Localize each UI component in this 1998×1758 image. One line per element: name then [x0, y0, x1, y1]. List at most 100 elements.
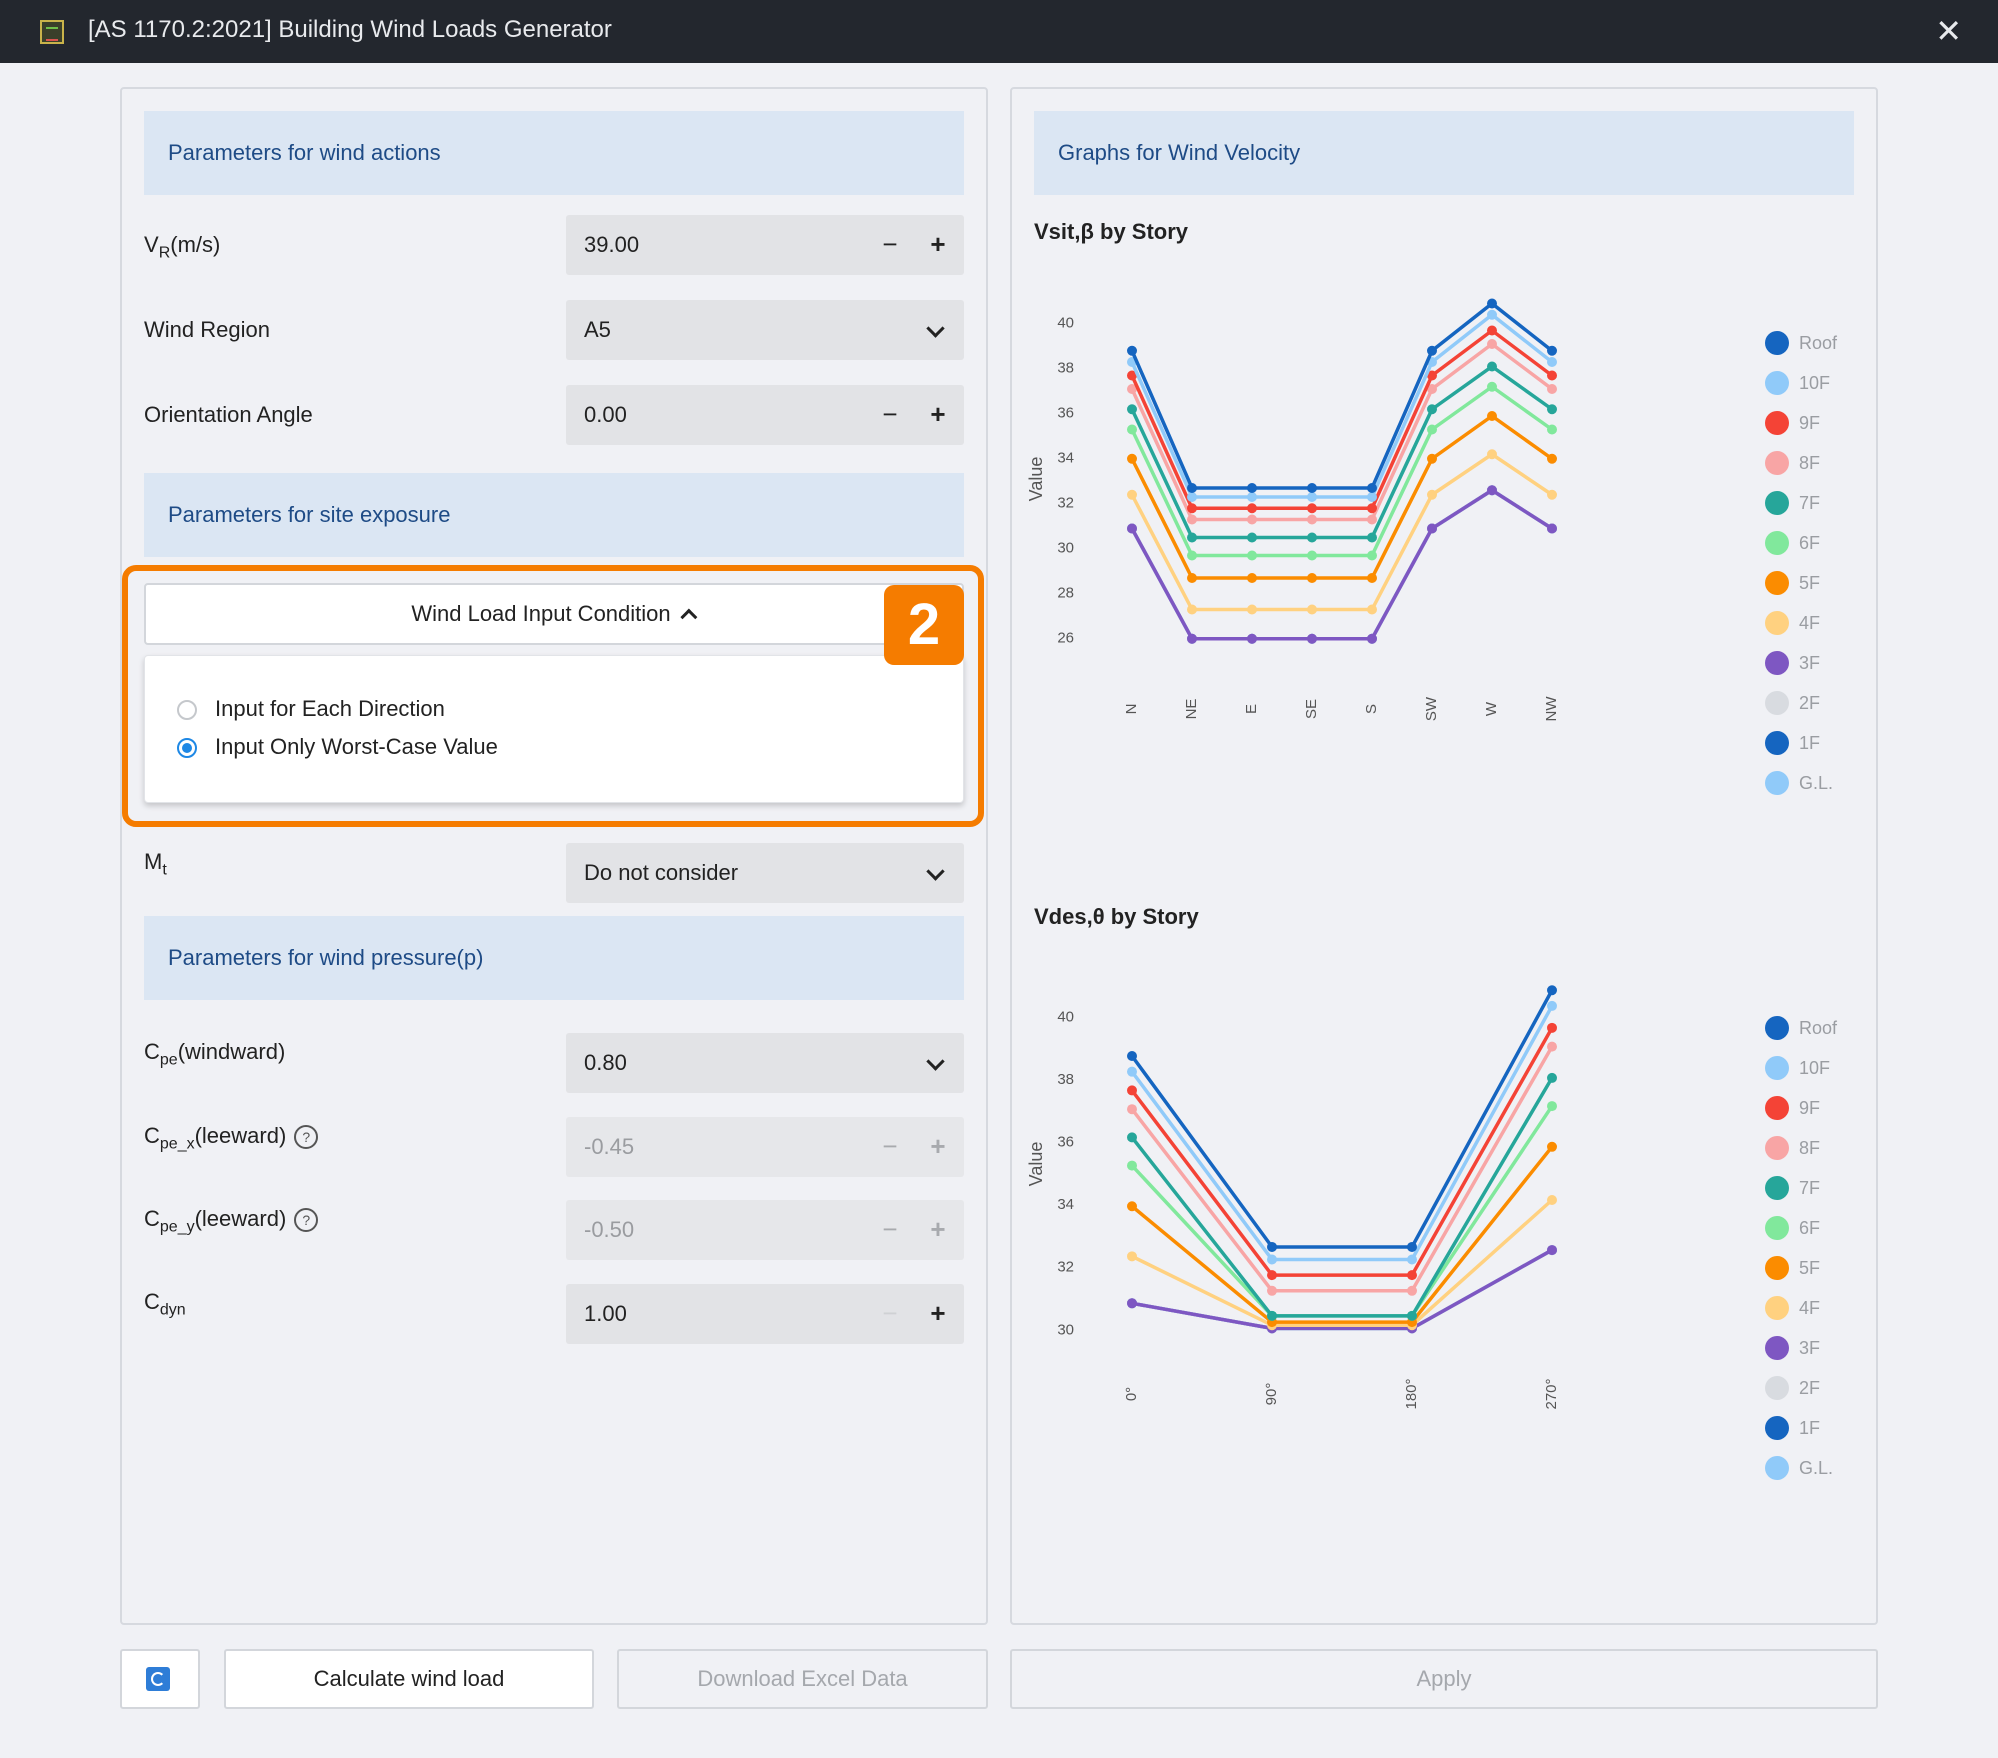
cdyn-stepper[interactable]: 1.00 − + — [566, 1284, 964, 1344]
chart1-legend-swatch-10[interactable] — [1765, 731, 1789, 755]
chart1-legend-label-1[interactable]: 10F — [1799, 373, 1830, 393]
chart2-legend-label-8[interactable]: 3F — [1799, 1338, 1820, 1358]
chart1-xtick-4: S — [1363, 704, 1380, 714]
chart1-series-9-line — [1130, 488, 1553, 641]
close-icon[interactable]: ✕ — [1935, 12, 1962, 50]
chart1-series-0-point-4 — [1367, 483, 1377, 493]
chart2-legend-swatch-0[interactable] — [1765, 1016, 1789, 1040]
orientation-plus-button[interactable]: + — [916, 385, 960, 445]
chevron-down-icon — [926, 1052, 945, 1071]
chart2-legend-label-0[interactable]: Roof — [1799, 1018, 1838, 1038]
chart1-series-1-point-7 — [1547, 357, 1557, 367]
chart2-series-3-point-3 — [1547, 1041, 1557, 1052]
chart1-legend-label-8[interactable]: 3F — [1799, 653, 1820, 673]
vr-stepper[interactable]: 39.00 − + — [566, 215, 964, 275]
chart2-legend-swatch-7[interactable] — [1765, 1296, 1789, 1320]
chart2-series-3-point-2 — [1407, 1285, 1417, 1296]
chart2-legend-label-1[interactable]: 10F — [1799, 1058, 1830, 1078]
chart1-legend-label-6[interactable]: 5F — [1799, 573, 1820, 593]
chart1-legend-label-3[interactable]: 8F — [1799, 453, 1820, 473]
chart1-series-7-point-6 — [1487, 449, 1497, 460]
chart2-legend-swatch-5[interactable] — [1765, 1216, 1789, 1240]
chart2-legend-label-10[interactable]: 1F — [1799, 1418, 1820, 1438]
chart1-legend-swatch-11[interactable] — [1765, 771, 1789, 795]
chart2-legend-swatch-10[interactable] — [1765, 1416, 1789, 1440]
wind-load-condition-toggle[interactable]: Wind Load Input Condition — [144, 583, 964, 645]
section-header-wind-actions: Parameters for wind actions — [144, 111, 964, 195]
radio-on-icon[interactable] — [177, 738, 197, 759]
vr-plus-button[interactable]: + — [916, 215, 960, 275]
radio-off-icon[interactable] — [177, 700, 197, 721]
chart2-series-2-point-0 — [1127, 1085, 1137, 1096]
graphs-panel: Graphs for Wind Velocity Vsit,β by Story… — [1010, 87, 1878, 1625]
chart2-legend-swatch-4[interactable] — [1765, 1176, 1789, 1200]
chart1-legend-label-0[interactable]: Roof — [1799, 333, 1838, 353]
wind-region-select[interactable]: A5 — [566, 300, 964, 360]
cpe-x-sub: pe_x — [159, 1135, 195, 1153]
chart1-legend-label-2[interactable]: 9F — [1799, 413, 1820, 433]
chart1-legend-swatch-6[interactable] — [1765, 571, 1789, 595]
chart1-series-6-point-5 — [1427, 453, 1437, 464]
chart2-legend-label-7[interactable]: 4F — [1799, 1298, 1820, 1318]
chart1-legend-label-4[interactable]: 7F — [1799, 493, 1820, 513]
cdyn-plus-button[interactable]: + — [916, 1284, 960, 1344]
vr-value: 39.00 — [584, 232, 640, 257]
chart1-legend-swatch-2[interactable] — [1765, 411, 1789, 435]
chart1-series-7-point-3 — [1307, 604, 1317, 615]
chart1-legend-swatch-7[interactable] — [1765, 611, 1789, 635]
chart2-series-0-point-3 — [1547, 985, 1557, 996]
chart1-legend-label-9[interactable]: 2F — [1799, 693, 1820, 713]
chart1-series-6-point-6 — [1487, 411, 1497, 421]
chart1-legend-swatch-9[interactable] — [1765, 691, 1789, 715]
download-excel-button: Download Excel Data — [617, 1649, 988, 1709]
mt-select[interactable]: Do not consider — [566, 843, 964, 903]
chart2-legend-label-9[interactable]: 2F — [1799, 1378, 1820, 1398]
chart2-legend-label-5[interactable]: 6F — [1799, 1218, 1820, 1238]
chart1-legend-label-10[interactable]: 1F — [1799, 733, 1820, 753]
chart1-series-0-point-5 — [1427, 345, 1437, 356]
cpe-x-label: Cpe_x(leeward)? — [144, 1123, 319, 1153]
chart2-legend-label-3[interactable]: 8F — [1799, 1138, 1820, 1158]
chart1-legend-swatch-8[interactable] — [1765, 651, 1789, 675]
chart2-legend-swatch-6[interactable] — [1765, 1256, 1789, 1280]
calculate-button[interactable]: Calculate wind load — [224, 1649, 594, 1709]
chart2-series-4-point-3 — [1547, 1072, 1557, 1083]
radio-worst-case[interactable]: Input Only Worst-Case Value — [177, 734, 498, 760]
chart1-series-0-point-7 — [1547, 345, 1557, 356]
chart1-legend-label-7[interactable]: 4F — [1799, 613, 1820, 633]
chart1-series-2-point-2 — [1247, 503, 1257, 514]
chart2-legend-swatch-8[interactable] — [1765, 1336, 1789, 1360]
chart1-legend-swatch-0[interactable] — [1765, 331, 1789, 355]
chart2-legend-swatch-3[interactable] — [1765, 1136, 1789, 1160]
help-icon[interactable]: ? — [294, 1208, 319, 1233]
vsit-chart: Value 26 28 30 32 34 36 38 40 N NE E SE S SW W NW Roof 10F… — [1026, 298, 1838, 795]
chart2-series-6-point-0 — [1127, 1201, 1137, 1212]
chart1-legend-swatch-3[interactable] — [1765, 451, 1789, 475]
condition-options: Input for Each Direction Input Only Wors… — [144, 655, 964, 803]
refresh-button[interactable] — [120, 1649, 200, 1709]
chart2-legend-swatch-1[interactable] — [1765, 1056, 1789, 1080]
condition-title: Wind Load Input Condition — [411, 601, 671, 626]
chevron-down-icon — [926, 862, 945, 881]
chart1-legend-label-5[interactable]: 6F — [1799, 533, 1820, 553]
chart2-legend-label-6[interactable]: 5F — [1799, 1258, 1820, 1278]
orientation-stepper[interactable]: 0.00 − + — [566, 385, 964, 445]
help-icon[interactable]: ? — [294, 1125, 319, 1150]
chart2-series-6-point-3 — [1547, 1141, 1557, 1152]
chart1-legend-swatch-1[interactable] — [1765, 371, 1789, 395]
chart1-legend-label-11[interactable]: G.L. — [1799, 773, 1833, 793]
chart2-legend-swatch-2[interactable] — [1765, 1096, 1789, 1120]
chart2-legend-label-2[interactable]: 9F — [1799, 1098, 1820, 1118]
chart1-legend-swatch-4[interactable] — [1765, 491, 1789, 515]
radio-each-direction[interactable]: Input for Each Direction — [177, 696, 445, 722]
chart1-legend-swatch-5[interactable] — [1765, 531, 1789, 555]
chart2-legend-swatch-11[interactable] — [1765, 1456, 1789, 1480]
chart2-legend-label-4[interactable]: 7F — [1799, 1178, 1820, 1198]
cpe-windward-select[interactable]: 0.80 — [566, 1033, 964, 1093]
cpe-x-stepper: -0.45 − + — [566, 1117, 964, 1177]
chart2-legend-label-11[interactable]: G.L. — [1799, 1458, 1833, 1478]
app-icon — [40, 20, 64, 44]
vr-minus-button[interactable]: − — [868, 215, 912, 275]
chart2-legend-swatch-9[interactable] — [1765, 1376, 1789, 1400]
orientation-minus-button[interactable]: − — [868, 385, 912, 445]
